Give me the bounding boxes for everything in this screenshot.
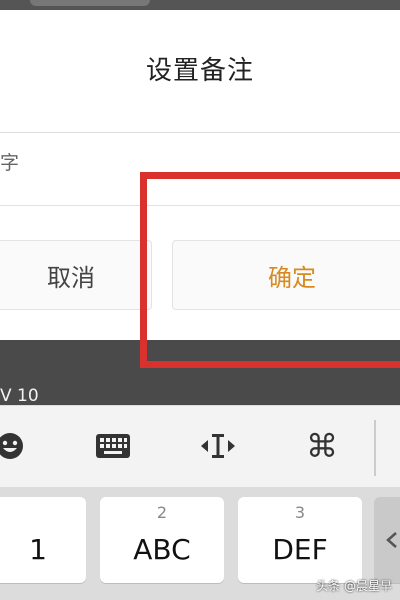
key-sublabel: 2: [156, 503, 168, 522]
key-abc[interactable]: 2 ABC: [100, 497, 224, 583]
key-label: 1: [29, 533, 47, 566]
status-bar-notch: [30, 0, 150, 6]
remark-input[interactable]: 字: [0, 148, 19, 175]
keyboard-toolbar: ⌘: [0, 405, 400, 488]
divider: [0, 132, 400, 133]
key-label: ABC: [133, 533, 191, 566]
command-icon[interactable]: ⌘: [304, 427, 340, 465]
key-sublabel: 3: [294, 503, 306, 522]
dialog-title: 设置备注: [145, 56, 254, 86]
key-def[interactable]: 3 DEF: [238, 497, 362, 583]
watermark: 头条 @晨星早: [316, 579, 392, 593]
cancel-button[interactable]: 取消: [0, 240, 152, 310]
keyboard-icon[interactable]: [94, 428, 132, 464]
backspace-key[interactable]: [374, 497, 400, 583]
key-label: DEF: [272, 533, 328, 566]
emoji-icon[interactable]: [0, 428, 28, 464]
cursor-move-icon[interactable]: [198, 428, 238, 464]
status-bar-strip: [0, 0, 400, 10]
underlay-text: V 10: [0, 386, 39, 406]
key-1[interactable]: 1: [0, 497, 86, 583]
toolbar-separator: [374, 420, 376, 476]
highlight-box: [140, 172, 400, 368]
backspace-icon: [386, 532, 397, 548]
